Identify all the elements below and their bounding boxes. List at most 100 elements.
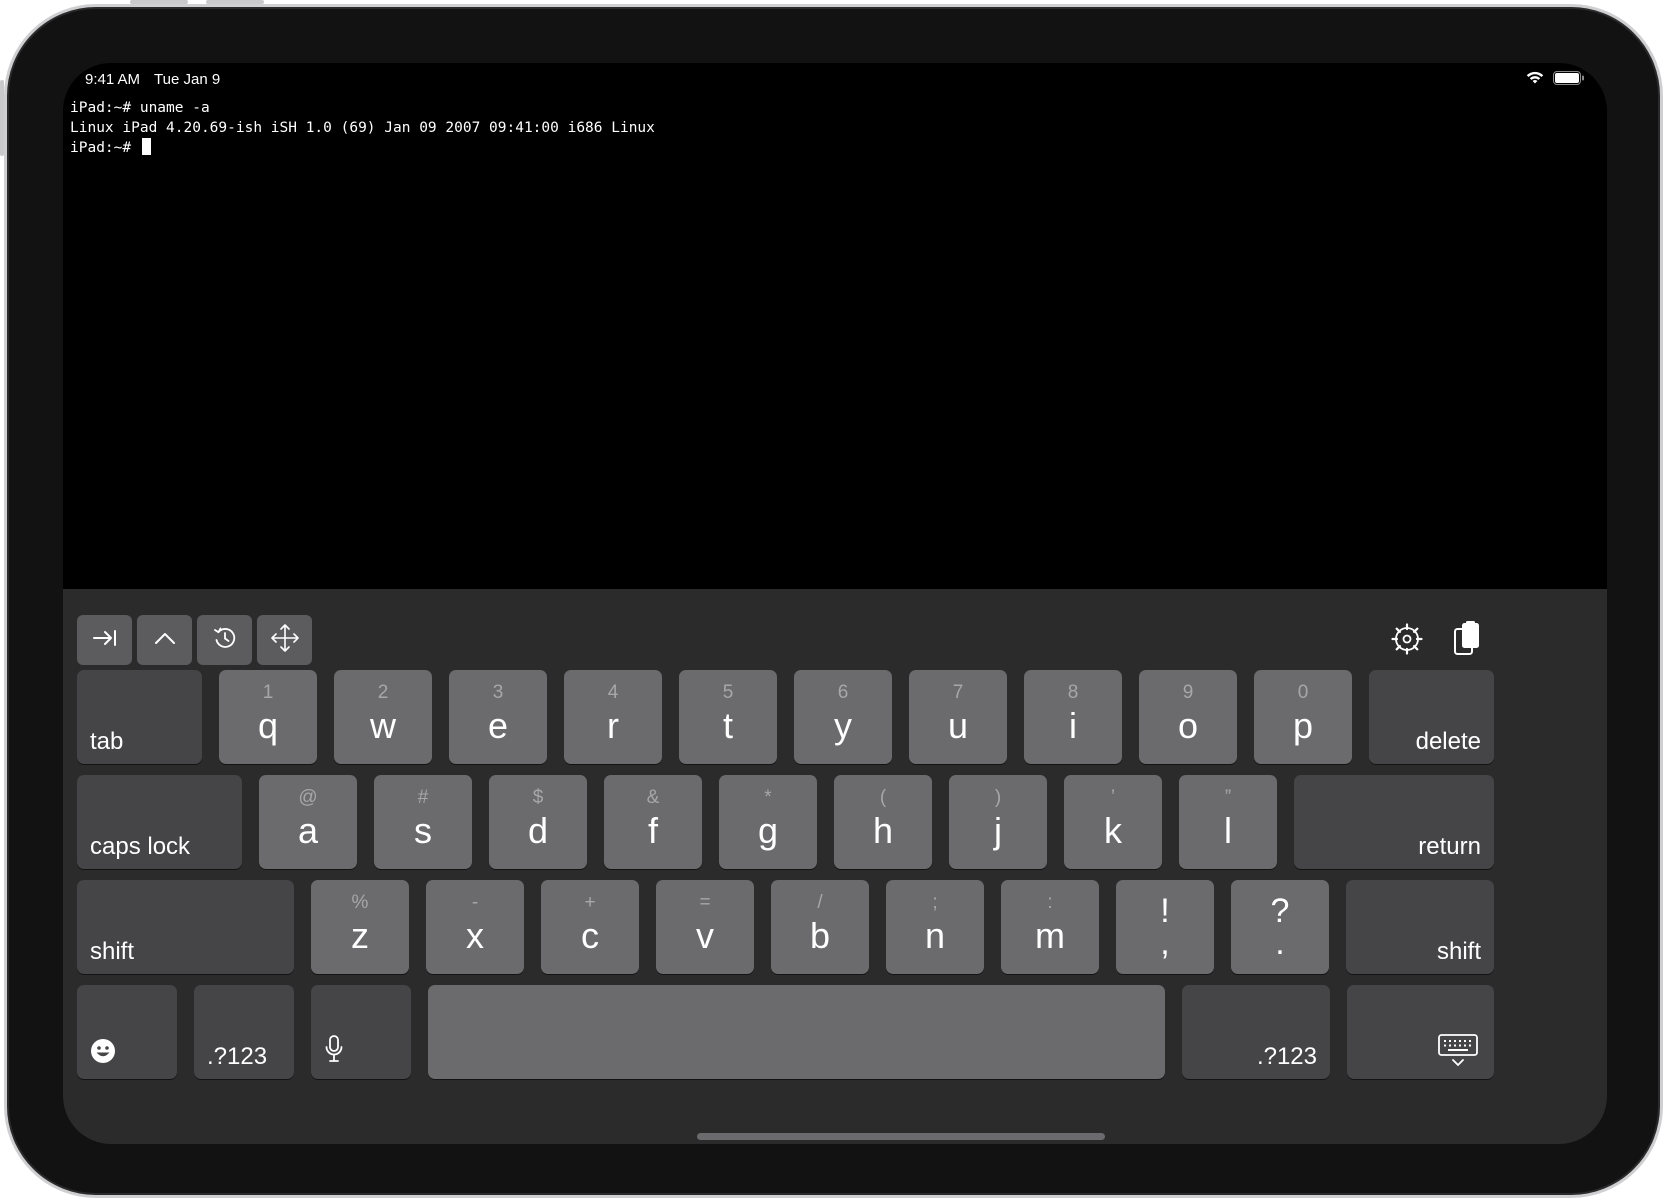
delete-key-label: delete [1415, 728, 1481, 755]
tab-key[interactable]: tab [77, 670, 202, 764]
key-hint: 9 [1182, 682, 1194, 703]
key-label: g [757, 810, 779, 851]
key-u[interactable]: 7u [909, 670, 1007, 764]
key-label: e [487, 705, 509, 746]
key-l[interactable]: ” l [1179, 775, 1277, 869]
key-label-top: ? [1270, 892, 1290, 930]
key-e[interactable]: 3e [449, 670, 547, 764]
key-label: s [414, 810, 432, 851]
key-label-top: ! [1160, 892, 1170, 930]
key-a[interactable]: @ a [259, 775, 357, 869]
key-label: k [1104, 810, 1122, 851]
key-hint: ’ [1110, 787, 1116, 808]
key-label: f [647, 810, 658, 851]
key-k[interactable]: ’ k [1064, 775, 1162, 869]
shift-right-key-label: shift [1436, 938, 1481, 965]
key-s[interactable]: # s [374, 775, 472, 869]
emoji-key[interactable] [77, 985, 177, 1079]
key-n[interactable]: ; n [886, 880, 984, 974]
key-f[interactable]: & f [604, 775, 702, 869]
key-hint: 7 [952, 682, 964, 703]
key-hint: ; [932, 892, 938, 913]
shift-left-key[interactable]: shift [77, 880, 294, 974]
microphone-icon [324, 1034, 344, 1069]
home-indicator[interactable] [697, 1133, 1105, 1140]
key-z[interactable]: % z [311, 880, 409, 974]
key-label: b [809, 915, 831, 956]
caps-lock-key[interactable]: caps lock [77, 775, 242, 869]
key-i[interactable]: 8i [1024, 670, 1122, 764]
key-y[interactable]: 6y [794, 670, 892, 764]
control-key-button[interactable] [137, 615, 192, 665]
key-x[interactable]: -x [426, 880, 524, 974]
escape-history-button[interactable] [197, 615, 252, 665]
arrow-keys-button[interactable] [257, 615, 312, 665]
key-label-bottom: , [1160, 924, 1170, 962]
key-hint: * [764, 787, 772, 808]
key-w[interactable]: 2w [334, 670, 432, 764]
key-label: a [297, 810, 319, 851]
status-bar: 9:41 AM Tue Jan 9 [63, 63, 1607, 95]
keyboard: tab 1q 2w 3e 4r 5t 6y 7u 8i 9o 0p delete… [63, 589, 1607, 1144]
key-hint: : [1047, 892, 1053, 913]
terminal-line: iPad:~# uname -a [70, 100, 210, 116]
arrow-keys-icon [269, 622, 301, 659]
key-j[interactable]: ) j [949, 775, 1047, 869]
key-hint: 8 [1067, 682, 1079, 703]
wifi-icon [1525, 70, 1545, 89]
shift-right-key[interactable]: shift [1346, 880, 1494, 974]
hide-keyboard-key[interactable] [1347, 985, 1494, 1079]
key-label-bottom: . [1275, 924, 1285, 962]
key-label: r [607, 705, 619, 746]
key-hint: 5 [722, 682, 734, 703]
key-hint: 4 [607, 682, 619, 703]
dictation-key[interactable] [311, 985, 411, 1079]
key-label: n [924, 915, 946, 956]
key-v[interactable]: = v [656, 880, 754, 974]
key-hint: ” [1224, 787, 1232, 808]
key-g[interactable]: * g [719, 775, 817, 869]
key-m[interactable]: :m [1001, 880, 1099, 974]
shift-left-key-label: shift [90, 938, 135, 965]
key-label: o [1177, 705, 1199, 746]
history-icon [212, 625, 238, 656]
key-r[interactable]: 4r [564, 670, 662, 764]
tab-key-button[interactable] [77, 615, 132, 665]
paste-clipboard-icon [1452, 620, 1482, 662]
key-c[interactable]: + c [541, 880, 639, 974]
key-question-period[interactable]: ?. [1231, 880, 1329, 974]
delete-key[interactable]: delete [1369, 670, 1494, 764]
terminal-output[interactable]: iPad:~# uname -a Linux iPad 4.20.69-ish i… [70, 99, 1597, 639]
control-caret-icon [153, 630, 177, 651]
return-key[interactable]: return [1294, 775, 1494, 869]
numbers-right-key[interactable]: .?123 [1182, 985, 1330, 1079]
key-d[interactable]: $ d [489, 775, 587, 869]
key-t[interactable]: 5t [679, 670, 777, 764]
key-label: j [994, 810, 1002, 851]
key-hint: + [584, 892, 596, 913]
key-q[interactable]: 1q [219, 670, 317, 764]
tab-arrow-icon [92, 628, 118, 653]
key-label: w [370, 705, 396, 746]
space-bar[interactable] [428, 985, 1165, 1079]
key-h[interactable]: (h [834, 775, 932, 869]
key-hint: 1 [262, 682, 274, 703]
key-hint: - [471, 892, 479, 913]
numbers-left-key[interactable]: .?123 [194, 985, 294, 1079]
key-b[interactable]: / b [771, 880, 869, 974]
key-label: m [1035, 915, 1065, 956]
paste-button[interactable] [1447, 620, 1487, 662]
key-label: x [466, 915, 484, 956]
key-p[interactable]: 0p [1254, 670, 1352, 764]
ipad-screen: 9:41 AM Tue Jan 9 iPad:~# uname -a Linux … [63, 63, 1607, 1144]
terminal-cursor [141, 138, 151, 155]
keyboard-dismiss-icon [1438, 1034, 1478, 1073]
settings-gear-icon [1391, 622, 1423, 660]
key-label: h [872, 810, 894, 851]
key-label: t [722, 705, 733, 746]
settings-button[interactable] [1387, 621, 1427, 661]
key-exclaim-comma[interactable]: !, [1116, 880, 1214, 974]
terminal-prompt-line: iPad:~# [70, 138, 1597, 159]
key-o[interactable]: 9o [1139, 670, 1237, 764]
numbers-left-key-label: .?123 [207, 1043, 268, 1070]
